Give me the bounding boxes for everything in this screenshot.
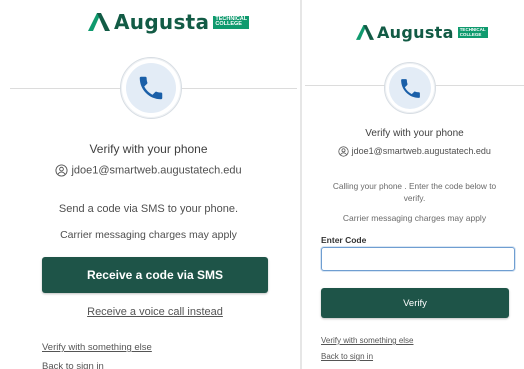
back-to-sign-in-link[interactable]: Back to sign in [321, 352, 373, 361]
augusta-logo-mark [356, 25, 374, 40]
carrier-charges-note: Carrier messaging charges may apply [342, 213, 487, 223]
brand-tagline: TECHNICAL COLLEGE [457, 27, 488, 38]
page-title: Verify with your phone [89, 142, 208, 156]
instruction-text-line2: verify. [403, 193, 426, 203]
brand-logo: Augusta TECHNICAL COLLEGE [88, 10, 250, 34]
phone-icon [139, 76, 163, 100]
sms-verify-panel: Augusta TECHNICAL COLLEGE Verify with yo… [0, 0, 297, 369]
user-circle-icon [338, 146, 349, 157]
verify-something-else-link[interactable]: Verify with something else [42, 342, 152, 353]
brand-tagline-line2: COLLEGE [215, 21, 242, 27]
page-title: Verify with your phone [365, 128, 464, 139]
carrier-charges-note: Carrier messaging charges may apply [60, 229, 237, 241]
brand-tagline-line2: COLLEGE [459, 31, 482, 37]
account-email-text: jdoe1@smartweb.augustatech.edu [71, 164, 242, 177]
voice-verify-panel: Augusta TECHNICAL COLLEGE Verify with yo… [305, 0, 524, 369]
account-email: jdoe1@smartweb.augustatech.edu [305, 146, 524, 157]
brand-logo: Augusta TECHNICAL COLLEGE [356, 23, 488, 42]
phone-icon-badge [120, 57, 182, 119]
verify-button[interactable]: Verify [321, 288, 509, 318]
augusta-logo-mark [88, 13, 110, 31]
account-email: jdoe1@smartweb.augustatech.edu [0, 164, 297, 177]
phone-icon-badge [384, 62, 436, 114]
brand-tagline: TECHNICAL COLLEGE [213, 15, 250, 29]
user-circle-icon [55, 164, 68, 177]
receive-sms-code-button[interactable]: Receive a code via SMS [42, 257, 268, 293]
brand-name: Augusta [377, 23, 454, 42]
instruction-text-line1: Calling your phone . Enter the code belo… [332, 181, 497, 191]
verify-something-else-link[interactable]: Verify with something else [321, 336, 414, 345]
phone-icon [400, 78, 420, 98]
enter-code-label: Enter Code [321, 235, 367, 245]
instruction-text: Send a code via SMS to your phone. [58, 203, 239, 215]
account-email-text: jdoe1@smartweb.augustatech.edu [351, 146, 491, 156]
panel-divider [300, 0, 302, 369]
brand-name: Augusta [114, 10, 210, 34]
voice-call-link[interactable]: Receive a voice call instead [0, 306, 297, 318]
enter-code-input[interactable] [321, 247, 515, 271]
back-to-sign-in-link[interactable]: Back to sign in [42, 361, 104, 369]
